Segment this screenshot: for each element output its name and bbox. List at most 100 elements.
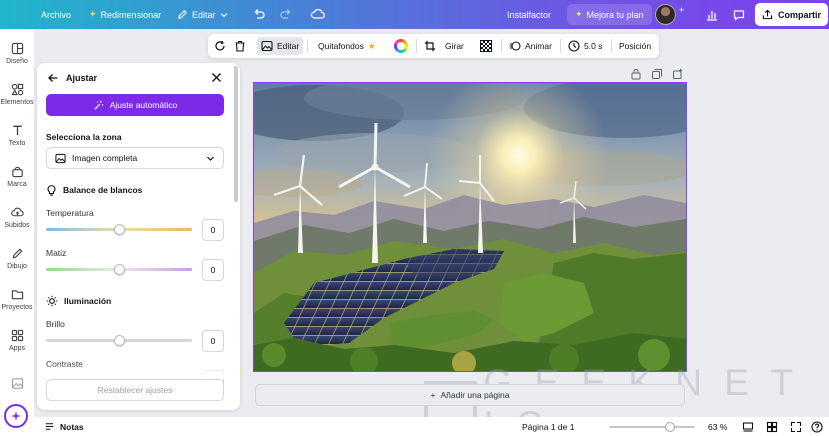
notes-label: Notas xyxy=(60,421,84,432)
sidebar-item-text[interactable]: Texto xyxy=(0,124,34,147)
crown-icon: ★ xyxy=(367,40,376,51)
sidebar-item-label: Dibujo xyxy=(7,263,27,270)
temperature-value[interactable]: 0 xyxy=(202,219,224,241)
zoom-slider[interactable] xyxy=(609,422,695,432)
edit-menu[interactable]: Editar xyxy=(177,9,228,20)
panel-scrollbar[interactable] xyxy=(234,66,238,202)
sidebar-item-apps[interactable]: Apps xyxy=(0,329,34,352)
temperature-slider[interactable] xyxy=(46,224,192,235)
apps-icon xyxy=(11,329,23,342)
sidebar-item-label: Apps xyxy=(9,345,25,352)
sidebar-item-design[interactable]: Diseño xyxy=(0,42,34,65)
slider-knob[interactable] xyxy=(113,224,125,235)
divider xyxy=(307,39,308,53)
resize-label: Redimensionar xyxy=(100,9,162,20)
text-icon xyxy=(12,125,22,136)
page-indicator[interactable]: Página 1 de 1 xyxy=(522,417,574,436)
share-button[interactable]: Compartir xyxy=(755,3,829,26)
reset-adjustments-button[interactable]: Restablecer ajustes xyxy=(46,379,224,401)
avatar[interactable] xyxy=(655,4,676,25)
sidebar-item-brand[interactable]: Marca xyxy=(0,165,34,188)
sidebar-item-elements[interactable]: Elementos xyxy=(0,83,34,106)
bar-chart-icon xyxy=(707,10,717,21)
sidebar-item-label: Marca xyxy=(7,181,27,188)
add-collaborator-icon[interactable]: + xyxy=(679,5,684,15)
sidebar-item-projects[interactable]: Proyectos xyxy=(0,288,34,311)
sidebar-item-uploads[interactable]: Subidos xyxy=(0,206,34,229)
notes-button[interactable]: Notas xyxy=(44,417,84,436)
upgrade-button[interactable]: ✦ Mejora tu plan xyxy=(567,4,652,25)
magic-wand-icon xyxy=(94,100,103,110)
notes-icon xyxy=(45,423,54,430)
sidebar-item-media[interactable] xyxy=(0,377,34,390)
grid-view-button[interactable] xyxy=(766,417,778,436)
pen-icon xyxy=(12,248,22,259)
brightness-value[interactable]: 0 xyxy=(202,330,224,352)
close-icon[interactable] xyxy=(211,72,222,83)
brightness-slider[interactable] xyxy=(46,335,192,346)
zoom-value[interactable]: 63 % xyxy=(708,417,727,436)
tint-value[interactable]: 0 xyxy=(202,259,224,281)
add-page-icon[interactable] xyxy=(672,68,684,80)
slider-knob[interactable] xyxy=(113,335,125,346)
redo-icon[interactable] xyxy=(279,7,293,21)
comments-button[interactable] xyxy=(728,4,750,25)
back-arrow-icon[interactable] xyxy=(47,72,59,84)
chevron-down-icon xyxy=(207,156,214,161)
crop-button[interactable] xyxy=(424,34,436,58)
delete-button[interactable] xyxy=(234,34,246,58)
fullscreen-button[interactable] xyxy=(790,417,802,436)
install-link[interactable]: Instalfactor xyxy=(507,10,551,20)
help-button[interactable] xyxy=(811,417,823,436)
adjust-panel: Ajustar Ajuste automático Selecciona la … xyxy=(37,63,240,410)
lock-icon[interactable] xyxy=(630,68,642,80)
animate-button[interactable]: Animar xyxy=(509,34,552,58)
divider xyxy=(560,39,561,53)
position-button[interactable]: Posición xyxy=(619,34,651,58)
panel-fade xyxy=(37,363,240,379)
pages-view-button[interactable] xyxy=(742,417,754,436)
zone-select[interactable]: Imagen completa xyxy=(46,147,224,169)
refresh-icon xyxy=(215,40,225,51)
pencil-icon xyxy=(178,10,187,19)
duration-button[interactable]: 5.0 s xyxy=(568,34,602,58)
replace-button[interactable] xyxy=(214,34,226,58)
image-icon xyxy=(55,153,66,163)
duplicate-icon[interactable] xyxy=(651,68,663,80)
brand-icon xyxy=(11,166,23,178)
panel-title: Ajustar xyxy=(66,73,98,83)
flip-label: Girar xyxy=(445,41,464,51)
undo-icon[interactable] xyxy=(252,7,266,21)
auto-adjust-label: Ajuste automático xyxy=(109,100,178,110)
sun-icon xyxy=(46,295,58,307)
add-page-button[interactable]: + Añadir una página xyxy=(255,384,685,406)
color-button[interactable] xyxy=(394,34,408,58)
bg-remover-button[interactable]: Quitafondos ★ xyxy=(318,34,375,58)
magic-assistant-button[interactable] xyxy=(4,404,28,428)
auto-adjust-button[interactable]: Ajuste automático xyxy=(46,94,224,116)
sidebar-item-draw[interactable]: Dibujo xyxy=(0,247,34,270)
crop-icon xyxy=(424,40,436,52)
cloud-saved-icon[interactable] xyxy=(310,7,326,21)
file-menu[interactable]: Archivo xyxy=(41,10,71,20)
edit-image-label: Editar xyxy=(277,41,300,51)
resize-button[interactable]: ✦ Redimensionar xyxy=(89,9,161,20)
edit-image-button[interactable]: Editar xyxy=(257,37,304,55)
clock-icon xyxy=(568,40,580,52)
layout-icon xyxy=(11,42,23,55)
zoom-slider-knob[interactable] xyxy=(665,422,676,432)
tint-label: Matiz xyxy=(46,248,67,258)
white-balance-label: Balance de blancos xyxy=(63,185,143,195)
insights-button[interactable] xyxy=(701,4,723,25)
transparency-button[interactable] xyxy=(480,34,492,58)
flip-button[interactable]: Girar xyxy=(445,34,464,58)
lightbulb-icon xyxy=(47,185,56,196)
share-label: Compartir xyxy=(778,9,822,20)
canvas-image[interactable] xyxy=(253,82,687,372)
expand-icon xyxy=(790,421,802,432)
status-bar: Notas Página 1 de 1 63 % xyxy=(34,417,829,436)
position-label: Posición xyxy=(619,41,652,51)
tint-slider[interactable] xyxy=(46,264,192,275)
upload-icon xyxy=(762,9,773,20)
slider-knob[interactable] xyxy=(113,264,125,275)
